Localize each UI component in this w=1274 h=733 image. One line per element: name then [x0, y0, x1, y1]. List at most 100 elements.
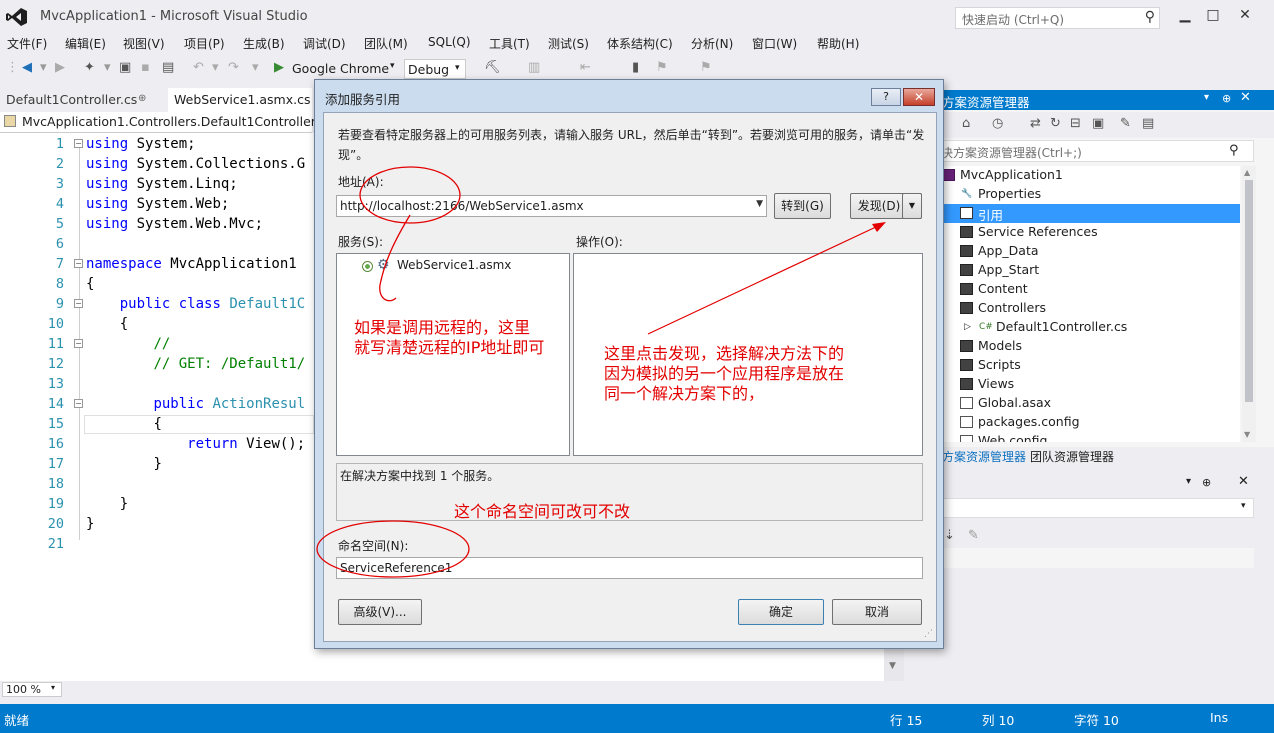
comment-icon[interactable]: ▥	[528, 60, 540, 75]
menu-architecture[interactable]: 体系结构(C)	[607, 35, 673, 52]
close-window-button[interactable]: ✕	[1230, 4, 1260, 26]
tab-solution-explorer[interactable]: 方案资源管理器	[942, 448, 1026, 465]
forward-icon[interactable]: ▶	[55, 60, 65, 75]
tree-item[interactable]: 引用	[940, 204, 1240, 223]
dropdown-arrow-icon[interactable]: ▾	[104, 60, 111, 75]
pin-icon[interactable]: ⊕	[1202, 476, 1211, 489]
address-input[interactable]: http://localhost:2166/WebService1.asmx ▼	[336, 195, 767, 217]
tree-item[interactable]: Service References	[940, 223, 1240, 242]
ok-button[interactable]: 确定	[738, 599, 824, 625]
go-button[interactable]: 转到(G)	[774, 193, 831, 219]
namespace-input[interactable]: ServiceReference1	[336, 557, 923, 579]
tree-item[interactable]: Content	[940, 280, 1240, 299]
search-icon[interactable]: ⚲	[1145, 9, 1155, 25]
preview-icon[interactable]: ▤	[1142, 116, 1154, 131]
fold-toggle-icon[interactable]: −	[74, 399, 83, 408]
tree-item[interactable]: Web.config	[940, 432, 1240, 442]
menu-build[interactable]: 生成(B)	[243, 35, 285, 52]
menu-view[interactable]: 视图(V)	[123, 35, 165, 52]
menu-test[interactable]: 测试(S)	[548, 35, 589, 52]
tree-item[interactable]: MvcApplication1	[940, 166, 1240, 185]
open-file-icon[interactable]: ▣	[119, 60, 131, 75]
tree-item[interactable]: ▷ C# Default1Controller.cs	[940, 318, 1240, 337]
start-debugging-button[interactable]: ▶ Google Chrome ▾	[270, 59, 402, 79]
properties-object-select[interactable]: ▾	[940, 498, 1254, 518]
menu-file[interactable]: 文件(F)	[7, 35, 47, 52]
tab-team-explorer[interactable]: 团队资源管理器	[1030, 448, 1114, 465]
menu-sql[interactable]: SQL(Q)	[428, 35, 471, 49]
bookmark-next-icon[interactable]: ⚑	[656, 60, 668, 75]
collapse-all-icon[interactable]: ⊟	[1070, 116, 1081, 131]
zoom-level-select[interactable]: 100 % ▾	[2, 682, 62, 697]
panel-menu-icon[interactable]: ▾	[1186, 476, 1191, 487]
tab-default1controller[interactable]: Default1Controller.cs ⊕	[0, 88, 168, 112]
tree-item[interactable]: Scripts	[940, 356, 1240, 375]
fold-toggle-icon[interactable]: −	[74, 339, 83, 348]
close-icon[interactable]: ✕	[1238, 474, 1249, 489]
menu-debug[interactable]: 调试(D)	[303, 35, 346, 52]
sort-icon[interactable]: ⇣	[944, 528, 955, 543]
minimize-button[interactable]: ▁	[1170, 4, 1200, 26]
tree-item[interactable]: App_Data	[940, 242, 1240, 261]
new-project-icon[interactable]: ✦	[84, 60, 95, 75]
menu-tools[interactable]: 工具(T)	[489, 35, 530, 52]
solution-search-input[interactable]: 决方案资源管理器(Ctrl+;) ⚲	[940, 140, 1254, 162]
bookmark-clear-icon[interactable]: ⚑	[700, 60, 712, 75]
service-item-webservice1[interactable]: WebService1.asmx	[397, 258, 511, 272]
scroll-down-icon[interactable]: ▼	[889, 661, 896, 671]
expand-icon[interactable]: ▷	[964, 322, 977, 334]
tree-item[interactable]: Views	[940, 375, 1240, 394]
tree-item[interactable]: Models	[940, 337, 1240, 356]
close-icon[interactable]: ✕	[1240, 90, 1251, 105]
fold-toggle-icon[interactable]: −	[74, 259, 83, 268]
tree-item[interactable]: Controllers	[940, 299, 1240, 318]
indent-icon[interactable]: ⇤	[580, 60, 591, 75]
quick-launch-input[interactable]: 快速启动 (Ctrl+Q) ⚲	[955, 7, 1160, 29]
tree-item[interactable]: App_Start	[940, 261, 1240, 280]
solution-tree-scrollbar[interactable]: ▲ ▼	[1242, 166, 1256, 442]
menu-analyze[interactable]: 分析(N)	[691, 35, 733, 52]
properties-icon[interactable]: ✎	[1120, 116, 1131, 131]
save-icon[interactable]: ▪	[141, 60, 150, 75]
menu-edit[interactable]: 编辑(E)	[65, 35, 106, 52]
sync-icon[interactable]: ⇄	[1030, 116, 1041, 131]
scroll-down-icon[interactable]: ▼	[1244, 430, 1250, 439]
refresh-icon[interactable]: ↻	[1050, 116, 1061, 131]
solution-configuration-select[interactable]: Debug ▾	[404, 59, 466, 79]
home-icon[interactable]: ⌂	[962, 116, 970, 131]
advanced-button[interactable]: 高级(V)...	[338, 599, 422, 625]
dropdown-arrow-icon[interactable]: ▾	[212, 60, 219, 75]
navigation-bar[interactable]: MvcApplication1.Controllers.Default1Cont…	[0, 112, 316, 133]
dialog-close-button[interactable]: ✕	[903, 88, 935, 106]
fold-toggle-icon[interactable]: −	[74, 139, 83, 148]
pin-icon[interactable]: ⊕	[138, 93, 146, 104]
tree-item[interactable]: packages.config	[940, 413, 1240, 432]
back-icon[interactable]: ◀	[22, 60, 32, 75]
scroll-thumb[interactable]	[1245, 180, 1253, 402]
scroll-up-icon[interactable]: ▲	[1244, 168, 1250, 177]
maximize-button[interactable]: □	[1198, 4, 1228, 26]
property-pages-icon[interactable]: ✎	[968, 528, 979, 543]
dropdown-arrow-icon[interactable]: ▾	[40, 60, 47, 75]
help-button[interactable]: ?	[871, 88, 901, 106]
search-icon[interactable]: ⚲	[1229, 143, 1239, 158]
chevron-down-icon[interactable]: ▼	[756, 199, 763, 209]
save-all-icon[interactable]: ▤	[162, 60, 174, 75]
editor-horizontal-scrollbar[interactable]: 100 % ▾	[0, 681, 904, 699]
cancel-button[interactable]: 取消	[832, 599, 922, 625]
menu-team[interactable]: 团队(M)	[364, 35, 408, 52]
discover-dropdown-icon[interactable]: ▼	[902, 193, 922, 219]
menu-help[interactable]: 帮助(H)	[817, 35, 859, 52]
tab-webservice1[interactable]: WebService1.asmx.cs	[168, 88, 312, 112]
undo-icon[interactable]: ↶	[193, 60, 204, 75]
find-in-files-icon[interactable]: ⛏	[484, 60, 501, 75]
dropdown-arrow-icon[interactable]: ▾	[252, 60, 259, 75]
show-all-files-icon[interactable]: ▣	[1092, 116, 1104, 131]
redo-icon[interactable]: ↷	[228, 60, 239, 75]
fold-toggle-icon[interactable]: −	[74, 299, 83, 308]
pin-icon[interactable]: ⊕	[1222, 92, 1231, 105]
menu-project[interactable]: 项目(P)	[184, 35, 225, 52]
menu-window[interactable]: 窗口(W)	[752, 35, 797, 52]
tree-item[interactable]: 🔧 Properties	[940, 185, 1240, 204]
tree-item[interactable]: Global.asax	[940, 394, 1240, 413]
